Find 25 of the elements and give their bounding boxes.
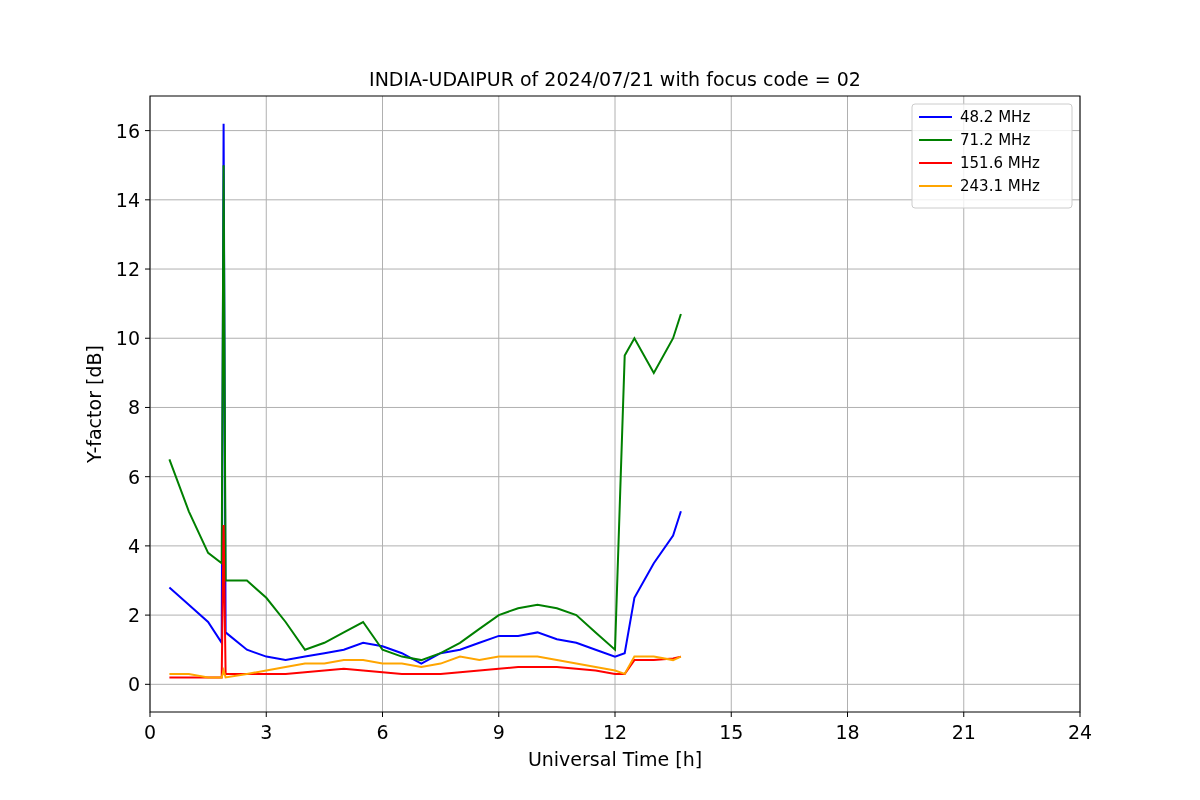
- x-tick-label: 24: [1067, 721, 1093, 743]
- y-tick-label: 10: [115, 327, 140, 350]
- y-tick-label: 4: [127, 534, 140, 557]
- x-tick-label: 6: [376, 721, 389, 743]
- chart-title: INDIA-UDAIPUR of 2024/07/21 with focus code = 02: [369, 68, 861, 90]
- x-tick-label: 3: [260, 721, 273, 743]
- y-axis-label: Y-factor [dB]: [83, 345, 105, 463]
- y-tick-label: 0: [127, 673, 140, 696]
- legend-label: 243.1 MHz: [960, 177, 1040, 195]
- legend-label: 48.2 MHz: [960, 108, 1031, 126]
- y-tick-label: 8: [127, 396, 140, 419]
- x-tick-label: 12: [602, 721, 628, 743]
- y-tick-label: 16: [115, 119, 140, 142]
- x-tick-label: 21: [951, 721, 976, 743]
- x-tick-label: 9: [492, 721, 505, 743]
- y-tick-label: 12: [115, 258, 140, 281]
- x-tick-label: 0: [143, 721, 157, 743]
- legend-label: 151.6 MHz: [960, 154, 1040, 172]
- x-tick-label: 15: [719, 721, 744, 743]
- legend-label: 71.2 MHz: [960, 131, 1031, 149]
- x-axis-label: Universal Time [h]: [527, 748, 703, 770]
- y-tick-label: 6: [127, 465, 140, 488]
- x-tick-label: 18: [835, 721, 860, 743]
- y-tick-label: 14: [115, 188, 140, 211]
- y-tick-label: 2: [127, 604, 140, 627]
